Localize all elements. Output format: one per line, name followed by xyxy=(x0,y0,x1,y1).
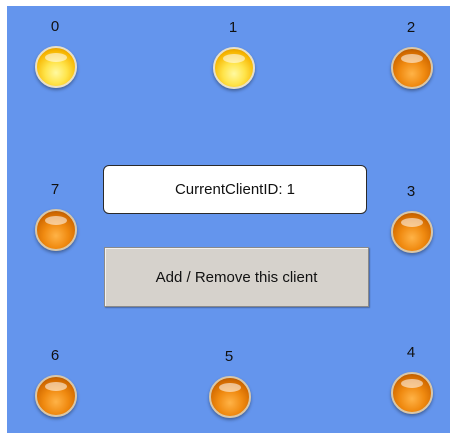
client-label-0: 0 xyxy=(50,18,60,35)
client-indicator-0: 0 xyxy=(25,18,85,88)
lamp-icon-6 xyxy=(35,375,77,417)
client-indicator-4: 4 xyxy=(381,344,441,414)
lamp-icon-7 xyxy=(35,209,77,251)
client-indicator-1: 1 xyxy=(203,19,263,89)
client-panel: 0 1 2 7 3 6 5 4 CurrentClientID: 1 Add /… xyxy=(7,6,450,433)
client-indicator-5: 5 xyxy=(199,348,259,418)
client-label-3: 3 xyxy=(406,183,416,200)
current-client-id-display: CurrentClientID: 1 xyxy=(103,165,367,214)
lamp-icon-3 xyxy=(391,211,433,253)
lamp-icon-1 xyxy=(213,47,255,89)
client-indicator-3: 3 xyxy=(381,183,441,253)
client-label-6: 6 xyxy=(50,347,60,364)
lamp-icon-5 xyxy=(209,376,251,418)
client-indicator-2: 2 xyxy=(381,19,441,89)
client-indicator-6: 6 xyxy=(25,347,85,417)
lamp-icon-0 xyxy=(35,46,77,88)
client-label-2: 2 xyxy=(406,19,416,36)
add-remove-client-button[interactable]: Add / Remove this client xyxy=(104,247,369,307)
client-label-5: 5 xyxy=(224,348,234,365)
client-indicator-7: 7 xyxy=(25,181,85,251)
add-remove-client-label: Add / Remove this client xyxy=(155,268,318,286)
client-label-4: 4 xyxy=(406,344,416,361)
lamp-icon-2 xyxy=(391,47,433,89)
lamp-icon-4 xyxy=(391,372,433,414)
client-label-1: 1 xyxy=(228,19,238,36)
current-client-id-text: CurrentClientID: 1 xyxy=(174,181,296,198)
client-label-7: 7 xyxy=(50,181,60,198)
